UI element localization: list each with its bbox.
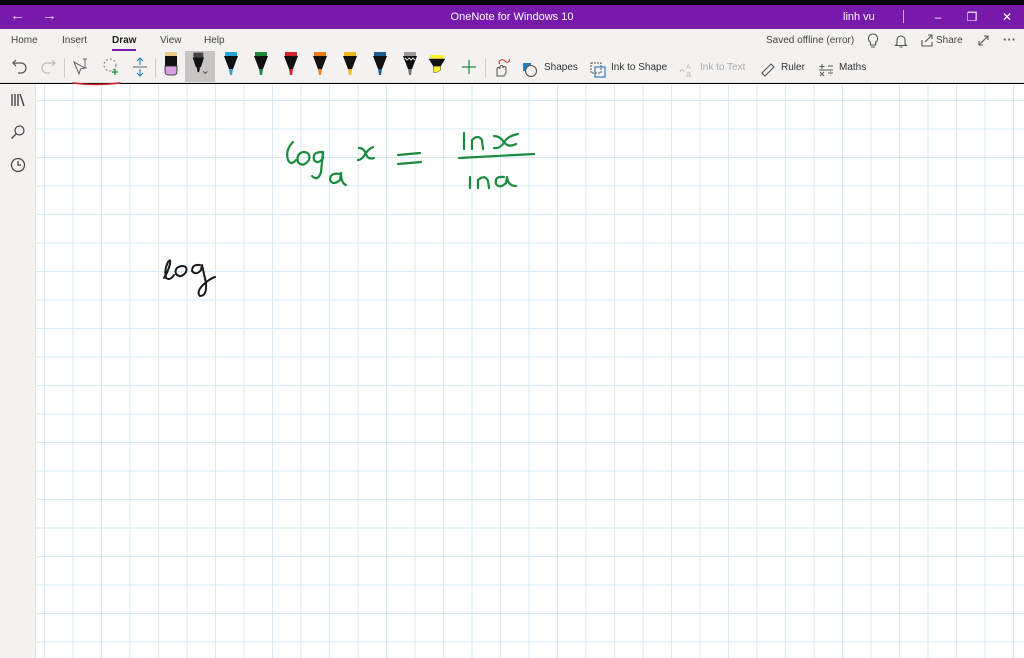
tab-help[interactable]: Help	[204, 35, 225, 46]
expand-icon[interactable]	[977, 34, 990, 47]
add-pen-icon[interactable]	[462, 56, 476, 78]
yellow-pen-icon[interactable]	[341, 51, 359, 77]
undo-icon[interactable]	[11, 56, 27, 78]
lasso-type-select-icon[interactable]	[72, 56, 90, 78]
left-sidebar	[0, 84, 36, 658]
ruler-icon[interactable]	[760, 59, 776, 81]
recent-notes-icon[interactable]	[10, 157, 26, 173]
ink-to-text-button[interactable]: Ink to Text	[700, 62, 745, 73]
note-canvas[interactable]	[36, 84, 1024, 658]
toolbar-separator	[64, 58, 65, 78]
minimize-button[interactable]: –	[926, 7, 950, 27]
maths-icon[interactable]	[818, 59, 834, 81]
red-pen-icon[interactable]	[282, 51, 300, 77]
navy-pen-icon[interactable]	[371, 51, 389, 77]
title-bar: ← → OneNote for Windows 10 linh vu – ❐ ✕	[0, 5, 1024, 29]
share-button[interactable]: Share	[936, 35, 963, 46]
ruler-button[interactable]: Ruler	[781, 62, 805, 73]
minimize-icon: –	[934, 10, 942, 24]
add-space-icon[interactable]	[131, 56, 149, 78]
restore-button[interactable]: ❐	[960, 7, 984, 27]
active-tab-indicator	[112, 49, 136, 51]
tab-home[interactable]: Home	[11, 35, 38, 46]
lasso-select-icon[interactable]	[102, 56, 120, 78]
green-pen-icon[interactable]	[252, 51, 270, 77]
svg-text:a: a	[686, 69, 691, 79]
sync-status[interactable]: Saved offline (error)	[766, 35, 854, 46]
close-button[interactable]: ✕	[995, 7, 1019, 27]
orange-pen-icon[interactable]	[311, 51, 329, 77]
tab-draw[interactable]: Draw	[112, 35, 136, 46]
search-icon[interactable]	[10, 124, 26, 140]
maths-button[interactable]: Maths	[839, 62, 866, 73]
toolbar-separator	[485, 58, 486, 78]
ink-to-text-icon[interactable]: Aa	[679, 59, 695, 81]
more-options-button[interactable]: ···	[1003, 33, 1016, 47]
tab-view[interactable]: View	[160, 35, 182, 46]
shapes-icon[interactable]	[522, 59, 538, 81]
close-icon: ✕	[1001, 10, 1013, 24]
shapes-button[interactable]: Shapes	[544, 62, 578, 73]
title-separator	[903, 10, 904, 23]
eraser-icon[interactable]	[162, 51, 180, 77]
ink-to-shape-button[interactable]: Ink to Shape	[611, 62, 667, 73]
toolbar-separator	[155, 58, 156, 78]
galaxy-pen-icon[interactable]	[401, 51, 419, 77]
onenote-window: ← → OneNote for Windows 10 linh vu – ❐ ✕…	[0, 0, 1024, 658]
share-icon[interactable]	[921, 34, 934, 47]
lightbulb-icon[interactable]	[867, 33, 879, 49]
user-name[interactable]: linh vu	[843, 11, 875, 23]
black-pen-icon[interactable]	[191, 51, 209, 77]
redo-icon[interactable]	[41, 56, 57, 78]
highlighter-icon[interactable]	[428, 51, 446, 77]
notebooks-icon[interactable]	[10, 92, 26, 108]
ribbon: Home Insert Draw View Help Saved offline…	[0, 29, 1024, 83]
restore-icon: ❐	[966, 10, 978, 24]
blue-pen-icon[interactable]	[222, 51, 240, 77]
ink-to-shape-icon[interactable]	[590, 59, 606, 81]
touch-drawing-icon[interactable]	[492, 56, 510, 78]
bell-icon[interactable]	[894, 33, 908, 49]
tab-insert[interactable]: Insert	[62, 35, 87, 46]
